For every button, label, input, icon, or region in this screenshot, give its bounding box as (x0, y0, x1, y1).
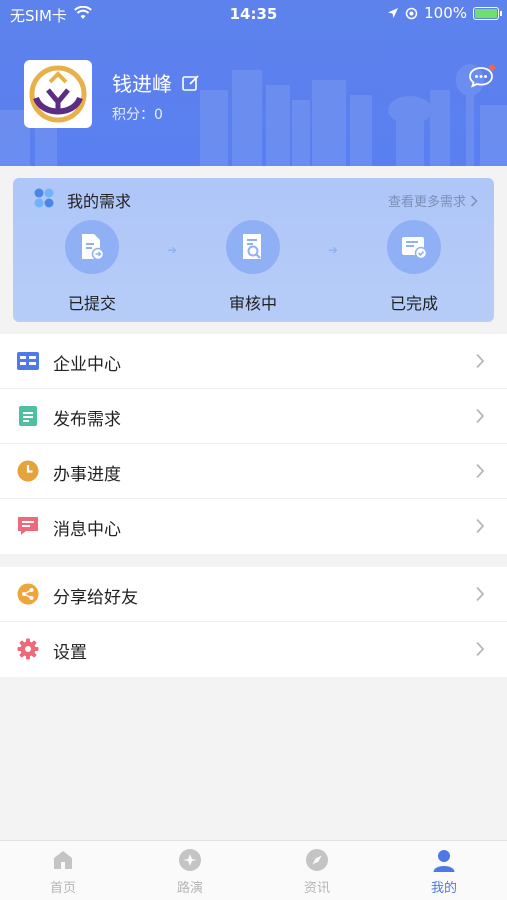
roadshow-icon (179, 849, 201, 871)
tab-news[interactable]: 资讯 (254, 841, 380, 900)
document-submit-icon (65, 220, 119, 274)
menu-label: 分享给好友 (53, 588, 138, 608)
chevron-right-icon (476, 463, 485, 479)
tab-roadshow[interactable]: 路演 (127, 841, 253, 900)
orientation-lock-icon (405, 7, 418, 19)
person-icon (433, 850, 455, 872)
view-more-demand-link[interactable]: 查看更多需求 (388, 191, 478, 210)
status-bar: 无SIM卡 14:35 100% (0, 0, 507, 28)
tab-home[interactable]: 首页 (0, 841, 126, 900)
document-done-icon (387, 220, 441, 274)
grid-icon (34, 188, 54, 208)
document-search-icon (226, 220, 280, 274)
chevron-right-icon (476, 586, 485, 602)
home-icon (54, 851, 72, 869)
edit-icon[interactable] (182, 74, 200, 92)
tab-label: 首页 (49, 881, 76, 896)
points-value: 0 (154, 107, 163, 123)
profile-header: 无SIM卡 14:35 100% 钱进峰 积分：0 (0, 0, 507, 166)
tab-label: 资讯 (303, 881, 330, 896)
menu-item-publish-demand[interactable]: 发布需求 (0, 389, 507, 444)
step-label: 已完成 (389, 294, 438, 313)
step-label: 已提交 (67, 294, 116, 313)
step-reviewing[interactable]: 审核中 (198, 220, 308, 314)
menu-group-main: 企业中心 发布需求 办事进度 消息中心 (0, 334, 507, 554)
publish-icon (16, 404, 40, 428)
menu-label: 企业中心 (53, 355, 121, 375)
menu-item-enterprise-center[interactable]: 企业中心 (0, 334, 507, 389)
chevron-right-icon (470, 194, 478, 207)
menu-label: 办事进度 (53, 465, 121, 485)
chevron-right-icon (476, 641, 485, 657)
enterprise-icon (16, 349, 40, 373)
message-icon (16, 514, 40, 538)
battery-percent: 100% (424, 4, 467, 22)
menu-label: 发布需求 (53, 410, 121, 430)
view-more-label: 查看更多需求 (387, 195, 466, 210)
unread-dot (489, 64, 495, 71)
menu-label: 设置 (53, 643, 87, 663)
logo-icon (29, 65, 87, 123)
clock-icon (16, 459, 40, 483)
points: 积分：0 (112, 104, 163, 124)
compass-icon (306, 849, 328, 871)
menu-label: 消息中心 (53, 520, 121, 540)
menu-group-secondary: 分享给好友 设置 (0, 567, 507, 677)
points-label: 积分： (112, 107, 154, 123)
menu-item-share[interactable]: 分享给好友 (0, 567, 507, 622)
chevron-right-icon (476, 408, 485, 424)
status-right: 100% (387, 4, 502, 22)
arrow-icon: ➔ (167, 243, 178, 257)
bottom-tab-bar: 首页 路演 资讯 我的 (0, 840, 507, 900)
share-icon (16, 582, 40, 606)
chevron-right-icon (476, 353, 485, 369)
menu-item-message-center[interactable]: 消息中心 (0, 499, 507, 554)
location-arrow-icon (388, 8, 399, 18)
chat-bubble-icon[interactable] (467, 64, 495, 90)
menu-item-progress[interactable]: 办事进度 (0, 444, 507, 499)
step-label: 审核中 (228, 294, 277, 313)
chevron-right-icon (476, 518, 485, 534)
step-completed[interactable]: 已完成 (359, 220, 469, 314)
avatar[interactable] (24, 60, 92, 128)
my-demand-card: 我的需求 查看更多需求 已提交 ➔ 审核中 ➔ 已完成 (13, 178, 494, 322)
tab-mine[interactable]: 我的 (381, 841, 507, 900)
arrow-icon: ➔ (328, 243, 339, 257)
username-row: 钱进峰 (112, 68, 200, 97)
tab-label: 路演 (176, 881, 203, 896)
step-submitted[interactable]: 已提交 (37, 220, 147, 314)
battery-icon (473, 6, 502, 20)
demand-title: 我的需求 (67, 192, 132, 211)
username: 钱进峰 (112, 72, 172, 96)
tab-label: 我的 (430, 881, 457, 896)
gear-icon (16, 637, 40, 661)
menu-item-settings[interactable]: 设置 (0, 622, 507, 677)
